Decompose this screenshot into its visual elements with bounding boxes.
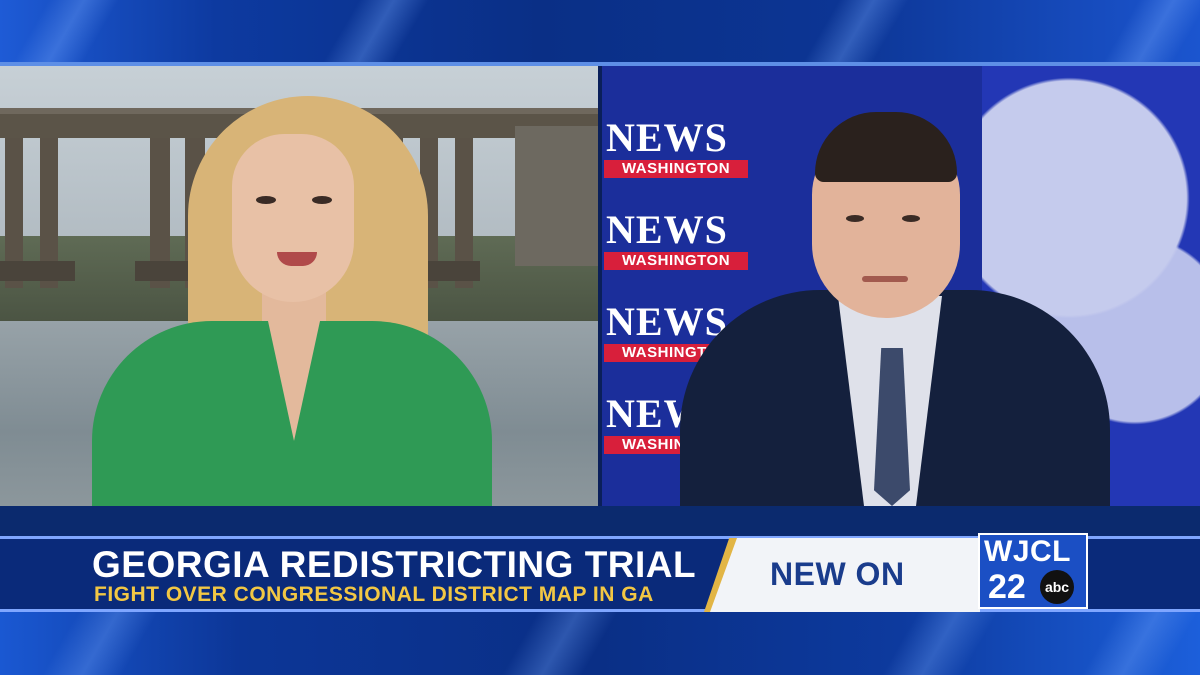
frame-light-streak (1081, 612, 1199, 675)
backdrop-logo-news: NEWS (606, 299, 728, 344)
frame-light-streak (1100, 0, 1200, 66)
guest-mouth (862, 276, 908, 282)
backdrop-logo-washington: WASHINGTON (604, 160, 748, 178)
frame-light-streak (501, 612, 619, 675)
station-call-letters: WJCL (984, 535, 1071, 568)
reporter-eye (256, 196, 276, 204)
lower-third-headline: GEORGIA REDISTRICTING TRIAL (92, 544, 697, 585)
pier-footing (0, 261, 75, 281)
frame-light-streak (800, 0, 910, 66)
frame-light-streak (320, 0, 430, 66)
backdrop-logo-news: NEWS (606, 207, 728, 252)
top-frame-graphic (0, 0, 1200, 66)
bottom-frame-graphic (0, 612, 1200, 675)
backdrop-logo-washington: WASHINGTON (604, 252, 748, 270)
promo-text: NEW ON (770, 556, 905, 592)
guest-eye (846, 215, 864, 222)
reporter-face (232, 134, 354, 302)
station-channel-number: 22 (988, 568, 1026, 606)
frame-light-streak (881, 612, 999, 675)
reporter-eye (312, 196, 332, 204)
frame-light-streak (41, 612, 159, 675)
frame-light-streak (10, 0, 120, 66)
guest-eye (902, 215, 920, 222)
backdrop-logo-news: NEWS (606, 115, 728, 160)
left-video-feed (0, 66, 598, 506)
lower-third-subheadline: FIGHT OVER CONGRESSIONAL DISTRICT MAP IN… (94, 583, 654, 606)
bridge-tower (515, 126, 598, 266)
network-logo: abc (1040, 570, 1074, 604)
